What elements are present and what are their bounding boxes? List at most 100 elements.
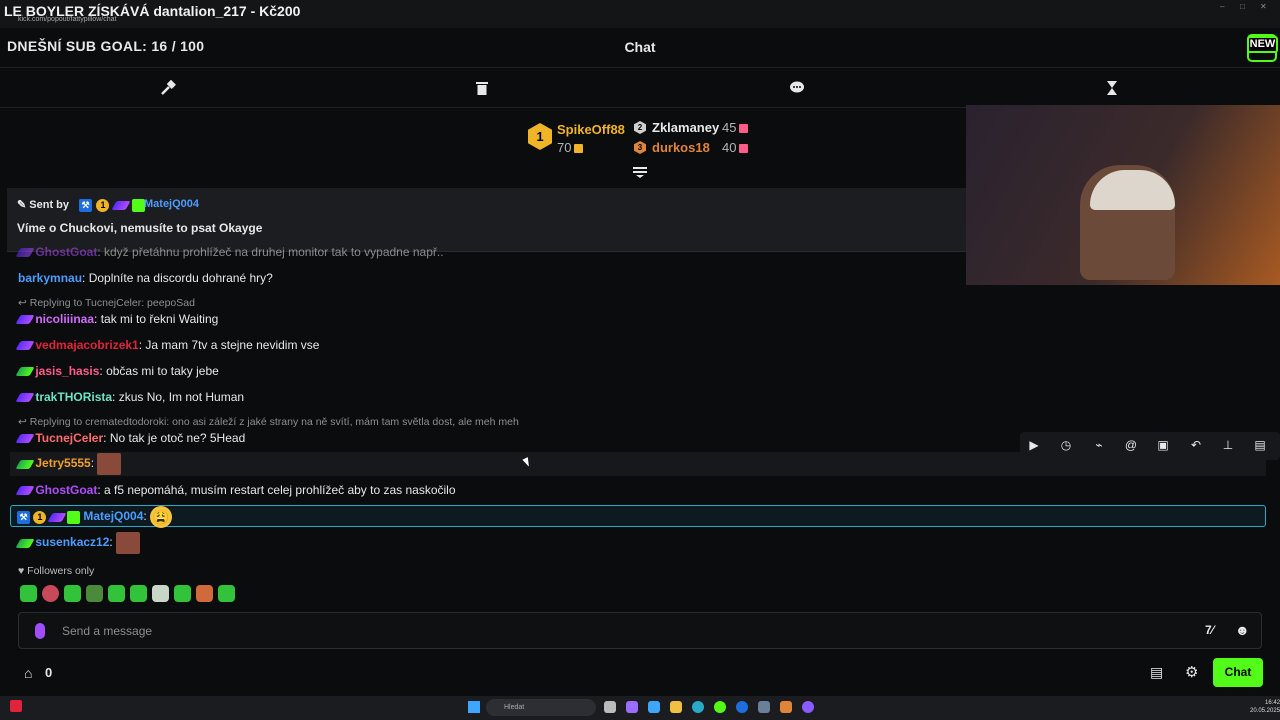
og-badge: [15, 538, 35, 548]
emote-image[interactable]: [97, 453, 122, 475]
pinned-username[interactable]: MatejQ004: [144, 198, 199, 210]
hammer-icon[interactable]: [159, 79, 177, 98]
taskbar-app-icon[interactable]: [648, 701, 660, 713]
emote-button[interactable]: [218, 585, 235, 603]
emote-button[interactable]: [130, 585, 147, 603]
emote-button[interactable]: [64, 585, 81, 603]
chat-message[interactable]: TucnejCeler: No tak je otoč ne? 5Head: [15, 431, 245, 445]
delete-icon[interactable]: ▤: [1252, 438, 1268, 454]
pin-icon[interactable]: ⊥: [1220, 438, 1236, 454]
message-username[interactable]: GhostGoat: [35, 483, 97, 497]
seven-tv-icon[interactable]: 7⁄: [1205, 623, 1214, 637]
pinned-badges: ⚒ 1: [79, 197, 146, 215]
file-explorer-icon[interactable]: [670, 701, 682, 713]
og-badge: [15, 486, 35, 496]
reply-context[interactable]: ↩ Replying to TucnejCeler: peepoSad: [18, 297, 195, 309]
leaderboard-third-count-row: 40: [722, 140, 749, 155]
chat-message[interactable]: ⚒ 1 MatejQ004: 😩: [17, 506, 173, 528]
unmod-icon[interactable]: ⌁: [1091, 438, 1107, 454]
chat-message[interactable]: vedmajacobrizek1: Ja mam 7tv a stejne ne…: [15, 338, 319, 352]
chat-message[interactable]: Jetry5555:: [15, 453, 122, 475]
copy-icon[interactable]: ▣: [1155, 438, 1171, 454]
message-username[interactable]: Jetry5555: [35, 456, 90, 470]
taskbar-app-icon[interactable]: [736, 701, 748, 713]
window-title-bar: LE BOYLER ZÍSKÁVÁ dantalion_217 - Kč200 …: [0, 0, 1280, 28]
message-username[interactable]: nicoliiinaa: [35, 312, 94, 326]
chat-settings-bubble-icon[interactable]: ▤: [1150, 664, 1163, 681]
chrome-icon[interactable]: [714, 701, 726, 713]
message-username[interactable]: barkymnau: [18, 271, 82, 285]
taskbar-clock[interactable]: 16:42 20.05.2025: [1250, 699, 1280, 715]
reply-icon[interactable]: ↶: [1188, 438, 1204, 454]
trash-icon[interactable]: [473, 80, 491, 98]
play-icon[interactable]: ▶: [1026, 438, 1042, 454]
og-badge: [15, 393, 35, 403]
chat-message[interactable]: GhostGoat: když přetáhnu prohlížeč na dr…: [15, 245, 444, 259]
taskbar-search[interactable]: Hledat: [486, 699, 596, 716]
emote-button[interactable]: [152, 585, 169, 603]
emote-image[interactable]: [116, 532, 141, 554]
emote-button[interactable]: [20, 585, 37, 603]
leaderboard-second-count-row: 45: [722, 120, 749, 135]
message-username[interactable]: jasis_hasis: [35, 364, 99, 378]
message-username[interactable]: TucnejCeler: [35, 431, 103, 445]
collapse-leaderboard-icon[interactable]: [632, 166, 648, 178]
gift-icon: [574, 144, 584, 154]
chat-message[interactable]: susenkacz12:: [15, 532, 141, 554]
chat-message[interactable]: trakTHORista: zkus No, Im not Human: [15, 390, 244, 404]
chat-message[interactable]: GhostGoat: a f5 nepomáhá, musím restart …: [15, 483, 456, 497]
clock-icon[interactable]: ◷: [1058, 438, 1074, 454]
followers-only-label: Followers only: [27, 565, 95, 577]
message-text: :: [143, 509, 147, 524]
message-username[interactable]: GhostGoat: [35, 245, 97, 259]
leaderboard-second-name[interactable]: Zklamaney: [652, 120, 719, 135]
pinned-message[interactable]: ✎ Sent by ⚒ 1 MatejQ004 Víme o Chuckovi,…: [7, 188, 966, 252]
chat-bubble-icon[interactable]: [788, 80, 806, 98]
message-username[interactable]: trakTHORista: [35, 390, 112, 404]
message-username[interactable]: MatejQ004: [83, 509, 143, 523]
message-username[interactable]: susenkacz12: [35, 535, 109, 549]
chat-message[interactable]: nicoliiinaa: tak mi to řekni Waiting: [15, 312, 218, 326]
minimize-icon[interactable]: –: [1220, 2, 1224, 11]
emote-button[interactable]: [42, 585, 59, 603]
steam-icon[interactable]: [758, 701, 770, 713]
emote-button[interactable]: [174, 585, 191, 603]
subscriber-badge: 1: [33, 510, 47, 524]
windows-start-icon[interactable]: [468, 701, 480, 713]
send-chat-button[interactable]: Chat: [1213, 658, 1263, 687]
taskbar-app-icon[interactable]: [626, 701, 638, 713]
maximize-icon[interactable]: □: [1240, 2, 1245, 11]
leaderboard-third-name[interactable]: durkos18: [652, 140, 710, 155]
gear-icon[interactable]: ⚙: [1185, 663, 1198, 681]
reply-text: Replying to TucnejCeler: peepoSad: [29, 297, 195, 309]
close-icon[interactable]: ✕: [1260, 2, 1267, 11]
new-badge: NEW: [1247, 36, 1278, 53]
edge-icon[interactable]: [692, 701, 704, 713]
hourglass-icon[interactable]: [1103, 80, 1121, 98]
sub-goal: DNEŠNÍ SUB GOAL: 16 / 100: [7, 38, 205, 54]
chat-input[interactable]: Send a message 7⁄ ☻: [18, 612, 1262, 649]
message-username[interactable]: vedmajacobrizek1: [35, 338, 138, 352]
gifter-badge: [67, 510, 81, 524]
message-actions-toolbar: ▶ ◷ ⌁ @ ▣ ↶ ⊥ ▤: [1020, 432, 1280, 460]
emote-button[interactable]: [196, 585, 213, 603]
task-view-icon[interactable]: [604, 701, 616, 713]
emote-button[interactable]: [86, 585, 103, 603]
emote-button[interactable]: [108, 585, 125, 603]
emoji-picker-icon[interactable]: ☻: [1235, 622, 1250, 638]
mention-icon[interactable]: @: [1123, 438, 1139, 454]
chat-message[interactable]: barkymnau: Doplníte na discordu dohrané …: [18, 271, 273, 285]
leaderboard-first-count: 70: [557, 140, 572, 155]
mod-toolbar: [0, 69, 1280, 108]
leaderboard-first-name[interactable]: SpikeOff88: [557, 122, 625, 137]
reply-context[interactable]: ↩ Replying to crematedtodoroki: ono asi …: [18, 416, 519, 428]
discord-icon[interactable]: [802, 701, 814, 713]
taskbar-app-icon[interactable]: [780, 701, 792, 713]
emote-image[interactable]: 😩: [150, 506, 173, 528]
chat-message[interactable]: jasis_hasis: občas mi to taky jebe: [15, 364, 219, 378]
chat-title: Chat: [624, 39, 656, 55]
store-icon[interactable]: ⌂: [24, 665, 32, 681]
message-text: : když přetáhnu prohlížeč na druhej moni…: [97, 245, 444, 259]
tray-app-icon[interactable]: [10, 700, 22, 712]
microphone-icon[interactable]: [35, 623, 45, 639]
